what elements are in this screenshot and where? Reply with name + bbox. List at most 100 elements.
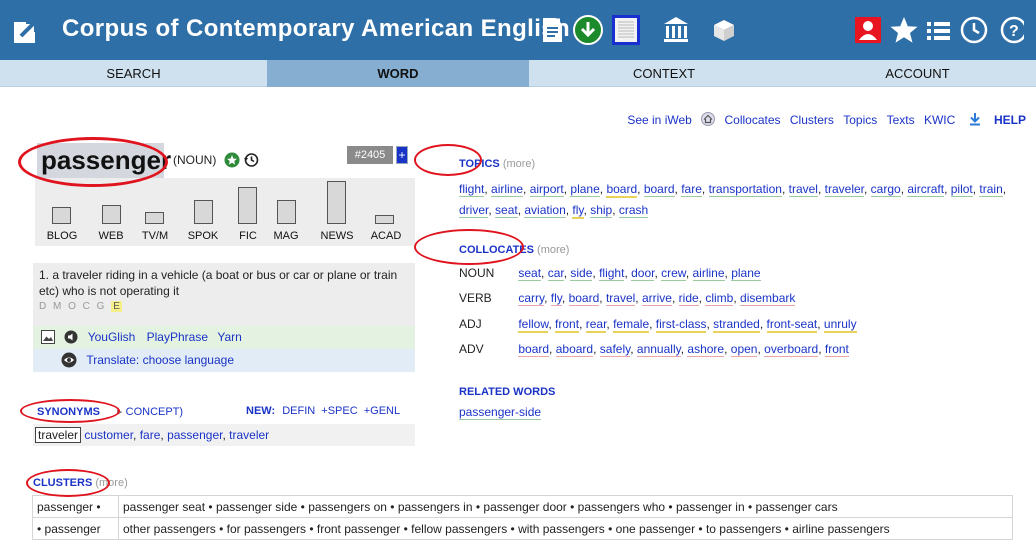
- synonym-headword[interactable]: traveler: [35, 427, 82, 443]
- collocate-item[interactable]: front-seat: [766, 317, 818, 333]
- help-link[interactable]: HELP: [994, 113, 1026, 127]
- topic-item[interactable]: aircraft: [907, 182, 945, 197]
- genre-bar-news[interactable]: [327, 181, 346, 224]
- collocate-item[interactable]: rear: [585, 317, 607, 333]
- clusters-more-link[interactable]: (more): [95, 477, 127, 489]
- user-profile-icon[interactable]: [852, 14, 884, 46]
- synonym-item[interactable]: fare: [140, 428, 161, 442]
- defin-link[interactable]: DEFIN: [282, 405, 315, 417]
- history-icon[interactable]: [958, 14, 990, 46]
- collocate-item[interactable]: aboard: [555, 342, 594, 357]
- collocate-item[interactable]: female: [613, 317, 650, 333]
- collocate-item[interactable]: unruly: [823, 317, 857, 333]
- cluster-item[interactable]: for passengers: [227, 522, 306, 536]
- topic-item[interactable]: pilot: [950, 182, 973, 197]
- kwic-link[interactable]: KWIC: [924, 113, 955, 127]
- collocate-item[interactable]: annually: [636, 342, 681, 357]
- topic-item[interactable]: airport: [529, 182, 564, 197]
- topic-item[interactable]: cargo: [870, 182, 901, 197]
- collocate-item[interactable]: plane: [731, 266, 761, 281]
- clusters-link[interactable]: Clusters: [790, 113, 834, 127]
- badge-star-icon[interactable]: [224, 152, 240, 168]
- collocate-item[interactable]: flight: [599, 266, 625, 281]
- topic-item[interactable]: fare: [681, 182, 702, 197]
- youglish-link[interactable]: YouGlish: [88, 330, 136, 344]
- synonyms-label[interactable]: SYNONYMS: [37, 406, 100, 418]
- collocate-item[interactable]: crew: [661, 266, 686, 281]
- topic-item[interactable]: crash: [618, 203, 649, 218]
- rank-expand-button[interactable]: +: [396, 146, 408, 164]
- external-link-icon[interactable]: [12, 16, 42, 46]
- synonym-item[interactable]: customer: [84, 428, 133, 442]
- cluster-item[interactable]: front passenger: [317, 522, 400, 536]
- collocate-item[interactable]: first-class: [655, 317, 707, 333]
- topic-item[interactable]: fly: [572, 203, 584, 219]
- download-icon[interactable]: [572, 14, 604, 46]
- audio-icon[interactable]: [64, 330, 78, 344]
- clusters-label[interactable]: CLUSTERS: [33, 477, 92, 489]
- topics-label[interactable]: TOPICS: [459, 158, 500, 170]
- text-page-icon[interactable]: [610, 14, 642, 46]
- collocate-item[interactable]: open: [730, 342, 758, 357]
- library-icon[interactable]: [660, 14, 692, 46]
- cluster-item[interactable]: fellow passengers: [411, 522, 507, 536]
- collocate-item[interactable]: travel: [605, 291, 636, 306]
- collocate-item[interactable]: side: [570, 266, 593, 281]
- cluster-item[interactable]: passenger seat: [123, 500, 205, 514]
- topic-item[interactable]: traveler: [824, 182, 864, 197]
- topic-item[interactable]: driver: [459, 203, 489, 218]
- cluster-item[interactable]: with passengers: [518, 522, 605, 536]
- topics-more-link[interactable]: (more): [503, 158, 535, 170]
- collocate-item[interactable]: car: [547, 266, 564, 281]
- genl-link[interactable]: +GENL: [364, 405, 400, 417]
- synonym-item[interactable]: traveler: [229, 428, 269, 442]
- genre-bar-acad[interactable]: [375, 215, 394, 224]
- cluster-item[interactable]: passenger door: [483, 500, 566, 514]
- topic-item[interactable]: ship: [590, 203, 613, 218]
- cluster-item[interactable]: passengers on: [308, 500, 387, 514]
- collocate-item[interactable]: climb: [705, 291, 734, 306]
- collocate-item[interactable]: disembark: [740, 291, 796, 306]
- download-arrow-icon[interactable]: [969, 112, 981, 126]
- genre-highlight[interactable]: E: [111, 301, 122, 312]
- genre-bar-fic[interactable]: [238, 187, 257, 224]
- collocates-more-link[interactable]: (more): [537, 244, 569, 256]
- collocate-item[interactable]: airline: [692, 266, 725, 281]
- cluster-item[interactable]: passenger side: [216, 500, 297, 514]
- concept-arrow-icon[interactable]: ▸: [117, 406, 123, 418]
- see-in-iweb-link[interactable]: See in iWeb: [627, 113, 691, 127]
- collocate-item[interactable]: overboard: [764, 342, 819, 357]
- collocate-item[interactable]: arrive: [641, 291, 672, 306]
- genre-bar-spok[interactable]: [194, 200, 213, 224]
- star-icon[interactable]: [888, 14, 920, 46]
- collocates-label[interactable]: COLLOCATES: [459, 244, 534, 256]
- topic-item[interactable]: transportation: [708, 182, 782, 197]
- cluster-item[interactable]: passengers in: [398, 500, 473, 514]
- playphrase-link[interactable]: PlayPhrase: [147, 330, 208, 344]
- genre-bar-blog[interactable]: [52, 207, 71, 224]
- translate-link[interactable]: Translate: choose language: [86, 353, 234, 367]
- document-icon[interactable]: [536, 14, 568, 46]
- collocate-item[interactable]: stranded: [713, 317, 760, 333]
- topic-item[interactable]: travel: [788, 182, 818, 197]
- related-word-item[interactable]: passenger-side: [459, 405, 542, 420]
- topic-item[interactable]: aviation: [524, 203, 566, 218]
- spec-link[interactable]: +SPEC: [321, 405, 357, 417]
- collocate-item[interactable]: door: [631, 266, 655, 281]
- tab-word[interactable]: WORD: [267, 60, 529, 87]
- cluster-item[interactable]: passengers who: [578, 500, 665, 514]
- concept-link[interactable]: CONCEPT): [126, 406, 183, 418]
- collocates-link[interactable]: Collocates: [725, 113, 781, 127]
- topic-item[interactable]: seat: [495, 203, 518, 218]
- topic-item[interactable]: board: [643, 182, 675, 197]
- cluster-item[interactable]: other passengers: [123, 522, 216, 536]
- texts-link[interactable]: Texts: [887, 113, 915, 127]
- translate-icon[interactable]: [61, 352, 77, 368]
- cluster-item[interactable]: passenger in: [676, 500, 745, 514]
- collocate-item[interactable]: ride: [678, 291, 699, 306]
- tab-account[interactable]: ACCOUNT: [799, 60, 1036, 87]
- history-small-icon[interactable]: [243, 152, 259, 168]
- cluster-item[interactable]: passenger cars: [756, 500, 838, 514]
- tab-search[interactable]: SEARCH: [0, 60, 267, 87]
- topic-item[interactable]: plane: [570, 182, 600, 197]
